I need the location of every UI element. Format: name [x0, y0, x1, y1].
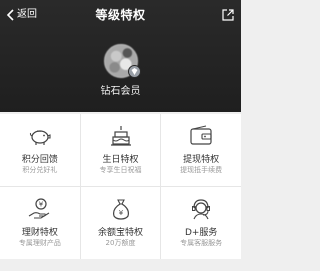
privilege-name: 理财特权 — [21, 228, 58, 238]
privilege-yuebao[interactable]: ¥ 余额宝特权 20万额度 — [79, 187, 161, 259]
privilege-desc: 专属客服服务 — [180, 239, 223, 247]
privilege-desc: 积分兑好礼 — [22, 166, 58, 174]
privilege-dplus[interactable]: D+服务 专属客服服务 — [160, 187, 241, 259]
header: 返回 等级特权 钻石会员 — [0, 0, 241, 112]
svg-text:¥: ¥ — [118, 209, 123, 217]
share-icon — [222, 9, 234, 21]
money-bag-icon: ¥ — [108, 197, 134, 221]
privilege-desc: 专享生日祝福 — [99, 166, 142, 174]
page-title: 等级特权 — [95, 8, 146, 22]
privilege-name: 提现特权 — [183, 155, 220, 165]
privilege-grid: 积分回馈 积分兑好礼 生日特权 专享生日祝福 提现特权 提现抵手续费 ¥ 理财特… — [0, 114, 241, 259]
hand-money-icon: ¥ — [27, 197, 53, 221]
privilege-name: 余额宝特权 — [98, 228, 144, 238]
privilege-finance[interactable]: ¥ 理财特权 专属理财产品 — [0, 187, 80, 259]
footer-spacer — [0, 262, 241, 271]
privilege-birthday[interactable]: 生日特权 专享生日祝福 — [79, 114, 161, 186]
avatar-container — [104, 44, 141, 78]
privilege-desc: 提现抵手续费 — [180, 166, 223, 174]
privilege-name: D+服务 — [184, 228, 218, 238]
piggy-bank-icon — [27, 124, 53, 148]
privilege-name: 积分回馈 — [21, 155, 58, 165]
birthday-cake-icon — [108, 124, 134, 148]
privilege-row: ¥ 理财特权 专属理财产品 ¥ 余额宝特权 20万额度 D+服务 专属客服服务 — [0, 186, 241, 259]
customer-service-icon — [188, 197, 214, 221]
privilege-desc: 专属理财产品 — [18, 239, 61, 247]
nav-bar: 返回 等级特权 — [0, 0, 241, 30]
diamond-badge-icon — [128, 65, 141, 78]
wallet-icon — [188, 124, 214, 148]
privilege-withdraw[interactable]: 提现特权 提现抵手续费 — [160, 114, 241, 186]
svg-text:¥: ¥ — [39, 201, 44, 209]
share-button[interactable] — [221, 7, 235, 21]
member-level: 钻石会员 — [100, 86, 141, 97]
privilege-desc: 20万额度 — [105, 239, 136, 247]
privilege-row: 积分回馈 积分兑好礼 生日特权 专享生日祝福 提现特权 提现抵手续费 — [0, 114, 241, 186]
privilege-name: 生日特权 — [102, 155, 139, 165]
privilege-points[interactable]: 积分回馈 积分兑好礼 — [0, 114, 80, 186]
